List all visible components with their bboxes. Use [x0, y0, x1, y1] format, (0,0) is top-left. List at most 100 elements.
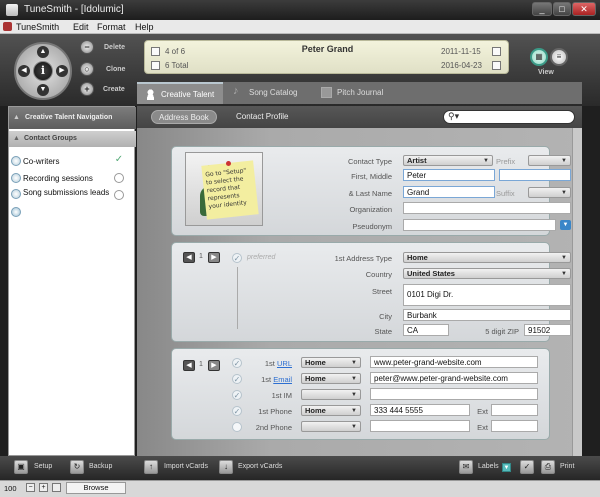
checkmark-icon[interactable]: ✓ — [520, 460, 534, 474]
phone1-check[interactable]: ✓ — [232, 406, 242, 416]
tab-creative-talent[interactable]: Creative Talent — [137, 82, 223, 104]
search-input[interactable]: ⚲▾ — [443, 110, 575, 124]
email-check[interactable]: ✓ — [232, 374, 242, 384]
city-field[interactable]: Burbank — [403, 309, 571, 321]
setup-icon[interactable]: ▣ — [14, 460, 28, 474]
first-name-field[interactable]: Peter — [403, 169, 495, 181]
address-type-select[interactable]: Home ▼ — [403, 252, 571, 263]
phone2-check[interactable]: ✓ — [232, 422, 242, 432]
nav-right-button[interactable]: ▶ — [56, 65, 68, 77]
backup-button[interactable]: Backup — [89, 463, 112, 470]
content-area: Go to "Setup" to select the record that … — [137, 128, 582, 456]
zoom-in-icon[interactable]: + — [39, 483, 48, 492]
create-icon[interactable]: + — [80, 82, 94, 96]
zip-field[interactable]: 91502 — [524, 324, 571, 336]
email-field[interactable]: peter@www.peter-grand-website.com — [370, 372, 538, 384]
prefix-select[interactable]: ▼ — [528, 155, 571, 166]
labels-envelope-icon[interactable]: ✉ — [459, 460, 473, 474]
middle-name-field[interactable] — [499, 169, 571, 181]
labels-button[interactable]: Labels — [478, 463, 499, 470]
scrollbar[interactable] — [572, 128, 582, 456]
group-co-writers-checkbox[interactable]: ✓ — [114, 155, 124, 165]
im-type-select[interactable]: ▼ — [301, 389, 361, 400]
contact-groups-header[interactable]: ▲ Contact Groups — [9, 131, 136, 147]
export-vcards-button[interactable]: Export vCards — [238, 463, 282, 470]
contact-photo[interactable]: Go to "Setup" to select the record that … — [185, 152, 263, 226]
email-link[interactable]: Email — [273, 375, 292, 384]
chevron-down-icon: ▼ — [561, 255, 567, 261]
url-link[interactable]: URL — [277, 359, 292, 368]
grid-view-icon[interactable]: ▦ — [530, 48, 548, 66]
nav-left-button[interactable]: ◀ — [18, 65, 30, 77]
add-group-icon[interactable] — [11, 207, 21, 217]
backup-icon[interactable]: ↻ — [70, 460, 84, 474]
street-field[interactable]: 0101 Digi Dr. — [403, 284, 571, 306]
menu-format[interactable]: Format — [97, 22, 126, 32]
menu-edit[interactable]: Edit — [73, 22, 89, 32]
state-field[interactable]: CA — [403, 324, 449, 336]
group-song-submissions-checkbox[interactable] — [114, 190, 124, 200]
suffix-select[interactable]: ▼ — [528, 187, 571, 198]
phone1-ext-field[interactable] — [491, 404, 538, 416]
email-type-select[interactable]: Home ▼ — [301, 373, 361, 384]
close-button[interactable]: ✕ — [572, 2, 596, 16]
prev-address-button[interactable]: ◀ — [183, 252, 195, 263]
next-address-button[interactable]: ▶ — [208, 252, 220, 263]
import-icon[interactable]: ↑ — [144, 460, 158, 474]
creative-talent-navigation-header[interactable]: ▲ Creative Talent Navigation — [9, 107, 136, 129]
url-check[interactable]: ✓ — [232, 358, 242, 368]
setup-button[interactable]: Setup — [34, 463, 52, 470]
organization-field[interactable] — [403, 202, 571, 214]
menu-help[interactable]: Help — [135, 22, 154, 32]
nav-down-button[interactable]: ▼ — [37, 84, 49, 96]
next-contact-method-button[interactable]: ▶ — [208, 360, 220, 371]
tab-song-catalog[interactable]: ♪ Song Catalog — [225, 82, 311, 104]
subtab-address-book[interactable]: Address Book — [151, 110, 217, 124]
list-view-icon[interactable]: ≡ — [550, 48, 568, 66]
phone2-ext-field[interactable] — [491, 420, 538, 432]
subtab-contact-profile[interactable]: Contact Profile — [229, 110, 295, 124]
delete-label[interactable]: Delete — [104, 44, 125, 51]
print-icon[interactable]: ⎙ — [541, 460, 555, 474]
created-date: 2011-11-15 — [441, 47, 481, 56]
create-label[interactable]: Create — [103, 86, 125, 93]
info-center-button[interactable]: i — [33, 61, 53, 81]
last-name-field[interactable]: Grand — [403, 186, 495, 198]
delete-icon[interactable]: − — [80, 40, 94, 54]
im-check[interactable]: ✓ — [232, 390, 242, 400]
phone2-field[interactable] — [370, 420, 470, 432]
minimize-button[interactable]: _ — [532, 2, 552, 16]
app-menu-icon[interactable] — [3, 22, 12, 31]
prev-contact-method-button[interactable]: ◀ — [183, 360, 195, 371]
preferred-address-check[interactable]: ✓ — [232, 253, 242, 263]
clone-label[interactable]: Clone — [106, 66, 125, 73]
phone2-type-select[interactable]: ▼ — [301, 421, 361, 432]
group-recording-sessions-checkbox[interactable] — [114, 173, 124, 183]
im-field[interactable] — [370, 388, 538, 400]
print-button[interactable]: Print — [560, 463, 574, 470]
menu-tunesmith[interactable]: TuneSmith — [16, 22, 59, 32]
group-song-submissions-leads[interactable]: Song submissions leads — [23, 188, 113, 197]
phone1-type-select[interactable]: Home ▼ — [301, 405, 361, 416]
contact-type-select[interactable]: Artist ▼ — [403, 155, 493, 166]
labels-dropdown-icon[interactable]: ▼ — [502, 463, 511, 472]
url-type-select[interactable]: Home ▼ — [301, 357, 361, 368]
import-vcards-button[interactable]: Import vCards — [164, 463, 208, 470]
country-select[interactable]: United States ▼ — [403, 268, 571, 279]
zoom-out-icon[interactable]: − — [26, 483, 35, 492]
toggle-statusbar-icon[interactable] — [52, 483, 61, 492]
pseudonym-dropdown-icon[interactable]: ▼ — [560, 220, 571, 230]
group-co-writers[interactable]: Co-writers — [23, 157, 59, 166]
url-field[interactable]: www.peter-grand-website.com — [370, 356, 538, 368]
group-recording-sessions[interactable]: Recording sessions — [23, 174, 93, 183]
tab-pitch-journal[interactable]: Pitch Journal — [313, 82, 399, 104]
prefix-label: Prefix — [496, 157, 516, 166]
chevron-down-icon: ▼ — [561, 158, 567, 164]
export-icon[interactable]: ↓ — [219, 460, 233, 474]
zoom-level[interactable]: 100 — [4, 484, 17, 493]
nav-up-button[interactable]: ▲ — [37, 46, 49, 58]
clone-icon[interactable]: ○ — [80, 62, 94, 76]
phone1-field[interactable]: 333 444 5555 — [370, 404, 470, 416]
pseudonym-field[interactable] — [403, 219, 556, 231]
maximize-button[interactable]: □ — [553, 2, 571, 16]
